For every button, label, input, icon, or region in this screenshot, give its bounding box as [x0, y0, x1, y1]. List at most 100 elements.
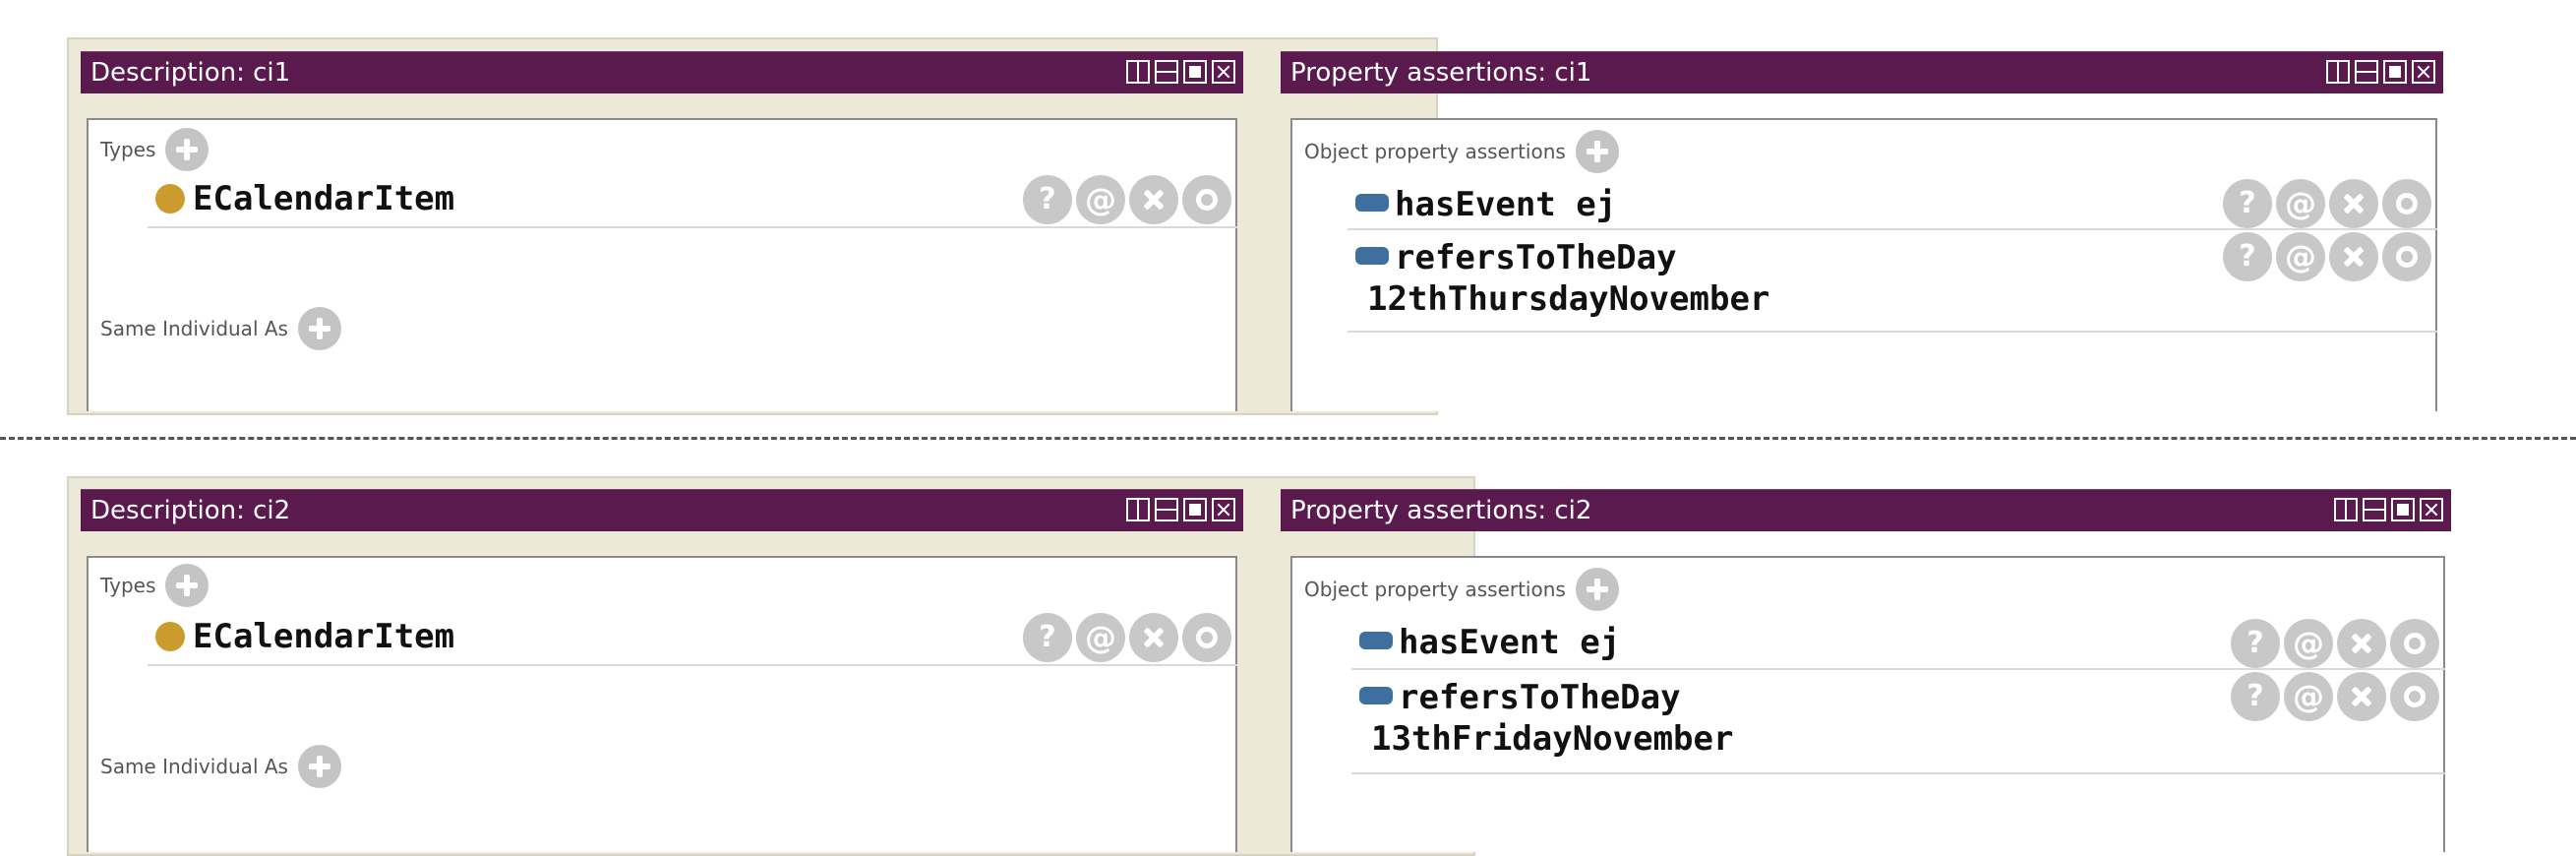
row-actions: ? @: [1023, 613, 1231, 662]
view-controls: [1126, 60, 1235, 84]
split-vertical-icon[interactable]: [1126, 498, 1150, 521]
object-property-section-label: Object property assertions: [1304, 130, 1619, 173]
view-controls: [1126, 498, 1235, 521]
edit-circle-icon[interactable]: [2382, 179, 2431, 228]
question-icon[interactable]: ?: [2223, 232, 2272, 281]
assertion-value: 13thFridayNovember: [1371, 719, 1734, 759]
object-property-icon: [1359, 687, 1393, 704]
property-content: Object property assertions hasEvent ej ?…: [1290, 118, 2437, 411]
split-vertical-icon[interactable]: [1126, 60, 1150, 84]
types-section-label: Types: [100, 128, 210, 171]
edit-circle-icon[interactable]: [2382, 232, 2431, 281]
at-icon[interactable]: @: [2276, 179, 2325, 228]
property-content: Object property assertions hasEvent ej ?…: [1290, 556, 2445, 852]
add-type-icon[interactable]: [165, 128, 210, 171]
delete-icon[interactable]: [1129, 613, 1178, 662]
assertion-row[interactable]: refersToTheDay 12thThursdayNovember ? @: [1348, 232, 2437, 333]
class-dot-icon: [155, 622, 185, 651]
assertion-value: 12thThursdayNovember: [1367, 279, 1770, 319]
delete-icon[interactable]: [2329, 232, 2378, 281]
add-object-property-icon[interactable]: [1575, 568, 1619, 611]
question-icon[interactable]: ?: [2231, 619, 2280, 668]
panel-title: Property assertions: ci2: [1290, 496, 1592, 525]
description-panel: Description: ci2 Types ECalendarItem ? @…: [81, 489, 1243, 852]
assertion-row[interactable]: hasEvent ej ? @: [1348, 177, 2437, 230]
assertion-entry: hasEvent ej: [1355, 185, 1616, 224]
assertion-value-line: 13thFridayNovember: [1371, 719, 1733, 759]
property-assertions-panel: Property assertions: ci1 Object property…: [1281, 51, 2443, 411]
assertion-value: ej: [1576, 185, 1617, 224]
split-horizontal-icon[interactable]: [2363, 498, 2386, 521]
object-property-icon: [1355, 194, 1389, 212]
close-icon[interactable]: [2412, 60, 2435, 84]
type-entry: ECalendarItem: [155, 617, 454, 656]
assertion-property: hasEvent: [1399, 623, 1560, 662]
assertion-row[interactable]: hasEvent ej ? @: [1351, 615, 2445, 670]
close-icon[interactable]: [1212, 498, 1235, 521]
at-icon[interactable]: @: [1076, 175, 1125, 224]
assertion-row[interactable]: refersToTheDay 13thFridayNovember ? @: [1351, 672, 2445, 774]
add-same-individual-icon[interactable]: [297, 307, 341, 350]
edit-circle-icon[interactable]: [2390, 672, 2439, 721]
maximize-icon[interactable]: [2391, 498, 2415, 521]
assertion-value: ej: [1580, 623, 1621, 662]
object-property-label: Object property assertions: [1304, 578, 1566, 601]
type-row[interactable]: ECalendarItem ? @: [148, 611, 1237, 666]
description-content: Types ECalendarItem ? @ Same Individual …: [87, 118, 1237, 411]
at-icon[interactable]: @: [2284, 619, 2333, 668]
type-value: ECalendarItem: [193, 179, 455, 218]
panel-title: Property assertions: ci1: [1290, 58, 1592, 88]
separator-line: [0, 437, 2576, 440]
question-icon[interactable]: ?: [1023, 613, 1072, 662]
view-controls: [2334, 498, 2443, 521]
type-row[interactable]: ECalendarItem ? @: [148, 175, 1237, 228]
assertion-entry: refersToTheDay: [1355, 238, 1677, 277]
delete-icon[interactable]: [2337, 672, 2386, 721]
types-label: Types: [100, 574, 156, 597]
assertion-entry: hasEvent ej: [1359, 623, 1620, 662]
split-horizontal-icon[interactable]: [1155, 60, 1178, 84]
close-icon[interactable]: [2420, 498, 2443, 521]
question-icon[interactable]: ?: [2223, 179, 2272, 228]
assertion-property: hasEvent: [1395, 185, 1556, 224]
at-icon[interactable]: @: [1076, 613, 1125, 662]
description-titlebar: Description: ci2: [81, 489, 1243, 531]
same-individual-section-label: Same Individual As: [100, 745, 341, 788]
object-property-icon: [1355, 247, 1389, 265]
maximize-icon[interactable]: [2383, 60, 2407, 84]
at-icon[interactable]: @: [2276, 232, 2325, 281]
view-controls: [2326, 60, 2435, 84]
add-same-individual-icon[interactable]: [297, 745, 341, 788]
property-titlebar: Property assertions: ci1: [1281, 51, 2443, 93]
split-horizontal-icon[interactable]: [2355, 60, 2378, 84]
question-icon[interactable]: ?: [1023, 175, 1072, 224]
row-actions: ? @: [1023, 175, 1231, 224]
delete-icon[interactable]: [2329, 179, 2378, 228]
close-icon[interactable]: [1212, 60, 1235, 84]
split-vertical-icon[interactable]: [2334, 498, 2358, 521]
delete-icon[interactable]: [1129, 175, 1178, 224]
same-individual-section-label: Same Individual As: [100, 307, 341, 350]
class-dot-icon: [155, 184, 185, 214]
at-icon[interactable]: @: [2284, 672, 2333, 721]
assertion-value-line: 12thThursdayNovember: [1367, 279, 1769, 319]
question-icon[interactable]: ?: [2231, 672, 2280, 721]
assertion-property: refersToTheDay: [1395, 238, 1677, 277]
add-type-icon[interactable]: [165, 564, 210, 607]
row-actions: ? @: [2223, 179, 2431, 228]
add-object-property-icon[interactable]: [1575, 130, 1619, 173]
split-vertical-icon[interactable]: [2326, 60, 2350, 84]
delete-icon[interactable]: [2337, 619, 2386, 668]
property-titlebar: Property assertions: ci2: [1281, 489, 2451, 531]
types-label: Types: [100, 138, 156, 161]
maximize-icon[interactable]: [1183, 498, 1207, 521]
edit-circle-icon[interactable]: [2390, 619, 2439, 668]
type-value: ECalendarItem: [193, 617, 455, 656]
row-actions: ? @: [2223, 232, 2431, 281]
edit-circle-icon[interactable]: [1182, 175, 1231, 224]
object-property-icon: [1359, 632, 1393, 649]
maximize-icon[interactable]: [1183, 60, 1207, 84]
split-horizontal-icon[interactable]: [1155, 498, 1178, 521]
edit-circle-icon[interactable]: [1182, 613, 1231, 662]
assertion-property: refersToTheDay: [1399, 678, 1681, 717]
